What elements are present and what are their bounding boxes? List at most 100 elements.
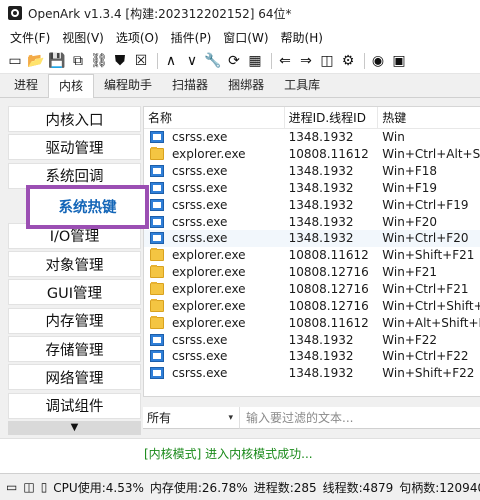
nav-item[interactable]: GUI管理 [8, 279, 141, 306]
copy-icon[interactable]: ⧉ [69, 51, 87, 71]
menu-item[interactable]: 文件(F) [4, 29, 56, 46]
table-row[interactable]: csrss.exe 1348.1932 Win+F19 [144, 180, 480, 197]
window-icon [150, 333, 164, 346]
toolbar: ▭ 📂 💾 ⧉ ⛓ ⛊ ☒ ∧ ∨ 🔧 ⟳ ▦ ⇐ ⇒ ◫ ⚙ ◉ ▣ [0, 48, 480, 74]
nav-item[interactable]: 对象管理 [8, 251, 141, 278]
cell-pid-tid: 10808.11612 [288, 315, 369, 330]
process-name: explorer.exe [172, 315, 246, 330]
tab-bar: 进程 内核 编程助手 扫描器 捆绑器 工具库 [0, 74, 480, 98]
column-header-name[interactable]: 名称 [144, 107, 285, 129]
cell-pid-tid: 1348.1932 [288, 197, 354, 212]
folder-icon [150, 248, 164, 262]
tab-2[interactable]: 编程助手 [94, 75, 162, 97]
folder-open-icon[interactable]: 📂 [27, 51, 45, 71]
filter-text-input[interactable]: 输入要过滤的文本... [239, 407, 480, 429]
cup-icon[interactable]: ▣ [390, 51, 408, 71]
table-row[interactable]: explorer.exe 10808.12716 Win+Ctrl+Shift+F [144, 297, 480, 314]
menu-item[interactable]: 选项(O) [110, 29, 165, 46]
window-icon [150, 181, 164, 194]
nav-scroll-down-icon[interactable]: ▼ [8, 420, 141, 435]
tab-3[interactable]: 扫描器 [162, 75, 218, 97]
table-row[interactable]: csrss.exe 1348.1932 Win+Shift+F22 [144, 365, 480, 382]
tab-0[interactable]: 进程 [4, 75, 48, 97]
arrow-right-icon[interactable]: ⇒ [297, 51, 315, 71]
kernel-panel: 内核入口 驱动管理 系统回调 系统热键 I/O管理 对象管理 GUI管理 内存管理 存储管理 网络… [0, 98, 480, 438]
thread-count: 线程数:4879 [322, 480, 394, 495]
menu-item[interactable]: 插件(P) [165, 29, 218, 46]
cell-hotkey: Win+Ctrl+F22 [382, 349, 469, 364]
shield-icon[interactable]: ⛊ [111, 51, 129, 71]
cell-hotkey: Win+Ctrl+F21 [382, 282, 469, 297]
column-header-hotkey[interactable]: 热键 [378, 107, 480, 129]
cell-name: explorer.exe [144, 248, 285, 262]
nav-item[interactable]: 存储管理 [8, 336, 141, 363]
nav-item[interactable]: 调试组件 [8, 392, 141, 419]
arrow-left-icon[interactable]: ⇐ [276, 51, 294, 71]
cell-hotkey: Win+Ctrl+F19 [382, 197, 469, 212]
cell-name: csrss.exe [144, 215, 285, 229]
table-row[interactable]: csrss.exe 1348.1932 Win+F20 [144, 213, 480, 230]
nav-item[interactable]: 内存管理 [8, 307, 141, 334]
table-row[interactable]: explorer.exe 10808.12716 Win+F21 [144, 264, 480, 281]
filter-scope-value: 所有 [147, 411, 172, 425]
cell-name: explorer.exe [144, 315, 285, 330]
process-name: explorer.exe [172, 147, 246, 162]
process-name: csrss.exe [172, 349, 228, 364]
nav-item-selected[interactable]: 系统热键 [26, 184, 149, 229]
table-row[interactable]: csrss.exe 1348.1932 Win+Ctrl+F20 [144, 230, 480, 247]
chevron-down-icon: ▾ [228, 412, 233, 423]
table-row[interactable]: explorer.exe 10808.11612 Win+Shift+F21 [144, 247, 480, 264]
nav-item[interactable]: 网络管理 [8, 364, 141, 391]
book-icon[interactable]: ▯ [41, 480, 48, 494]
menu-item[interactable]: 视图(V) [56, 29, 110, 46]
save-icon[interactable]: 💾 [48, 51, 66, 71]
folder-icon [150, 315, 164, 329]
map-icon[interactable]: ◫ [318, 51, 336, 71]
cell-name: csrss.exe [144, 130, 285, 144]
title-bar: OpenArk v1.3.4 [构建:202312202152] 64位* [0, 0, 480, 26]
folder-icon [150, 265, 164, 279]
chevron-up-icon[interactable]: ∧ [162, 51, 180, 71]
wrench-icon[interactable]: 🔧 [204, 51, 222, 71]
menu-item[interactable]: 窗口(W) [217, 29, 274, 46]
map-icon[interactable]: ◫ [23, 480, 34, 494]
process-name: csrss.exe [172, 164, 228, 179]
tab-4[interactable]: 捆绑器 [218, 75, 274, 97]
grid-icon[interactable]: ▦ [246, 51, 264, 71]
cell-name: csrss.exe [144, 164, 285, 178]
table-row[interactable]: explorer.exe 10808.12716 Win+Ctrl+F21 [144, 281, 480, 298]
table-row[interactable]: explorer.exe 10808.11612 Win+Ctrl+Alt+Shi [144, 146, 480, 163]
table-row[interactable]: csrss.exe 1348.1932 Win+F22 [144, 331, 480, 348]
terminal-icon[interactable]: ▭ [6, 480, 17, 494]
table-row[interactable]: csrss.exe 1348.1932 Win+Ctrl+F22 [144, 348, 480, 365]
cell-name: csrss.exe [144, 198, 285, 212]
cell-hotkey: Win [382, 130, 405, 145]
tab-1[interactable]: 内核 [48, 74, 95, 98]
menu-item[interactable]: 帮助(H) [275, 29, 329, 46]
cell-hotkey: Win+Ctrl+Alt+Shi [382, 147, 480, 162]
table-row[interactable]: csrss.exe 1348.1932 Win+F18 [144, 163, 480, 180]
handle-count: 句柄数:120940 [399, 480, 480, 495]
close-box-icon[interactable]: ☒ [132, 51, 150, 71]
cell-name: csrss.exe [144, 231, 285, 245]
link-icon[interactable]: ⛓ [90, 51, 108, 71]
gear-icon[interactable]: ⚙ [339, 51, 357, 71]
table-row[interactable]: explorer.exe 10808.11612 Win+Alt+Shift+F [144, 314, 480, 331]
process-name: csrss.exe [172, 130, 228, 145]
github-icon[interactable]: ◉ [369, 51, 387, 71]
column-header-pid-tid[interactable]: 进程ID.线程ID [285, 107, 379, 129]
nav-item[interactable]: 驱动管理 [8, 134, 141, 161]
console-icon[interactable]: ▭ [6, 51, 24, 71]
filter-scope-select[interactable]: 所有 ▾ [143, 407, 239, 429]
cell-name: csrss.exe [144, 181, 285, 195]
tab-5[interactable]: 工具库 [274, 75, 330, 97]
cell-hotkey: Win+Shift+F21 [382, 248, 475, 263]
table-row[interactable]: csrss.exe 1348.1932 Win+Ctrl+F19 [144, 196, 480, 213]
nav-item[interactable]: 内核入口 [8, 106, 141, 132]
window-icon [150, 350, 164, 363]
chevron-down-icon[interactable]: ∨ [183, 51, 201, 71]
table-row[interactable]: csrss.exe 1348.1932 Win [144, 129, 480, 146]
toolbar-separator [364, 52, 365, 69]
cell-hotkey: Win+F20 [382, 214, 438, 229]
refresh-icon[interactable]: ⟳ [225, 51, 243, 71]
